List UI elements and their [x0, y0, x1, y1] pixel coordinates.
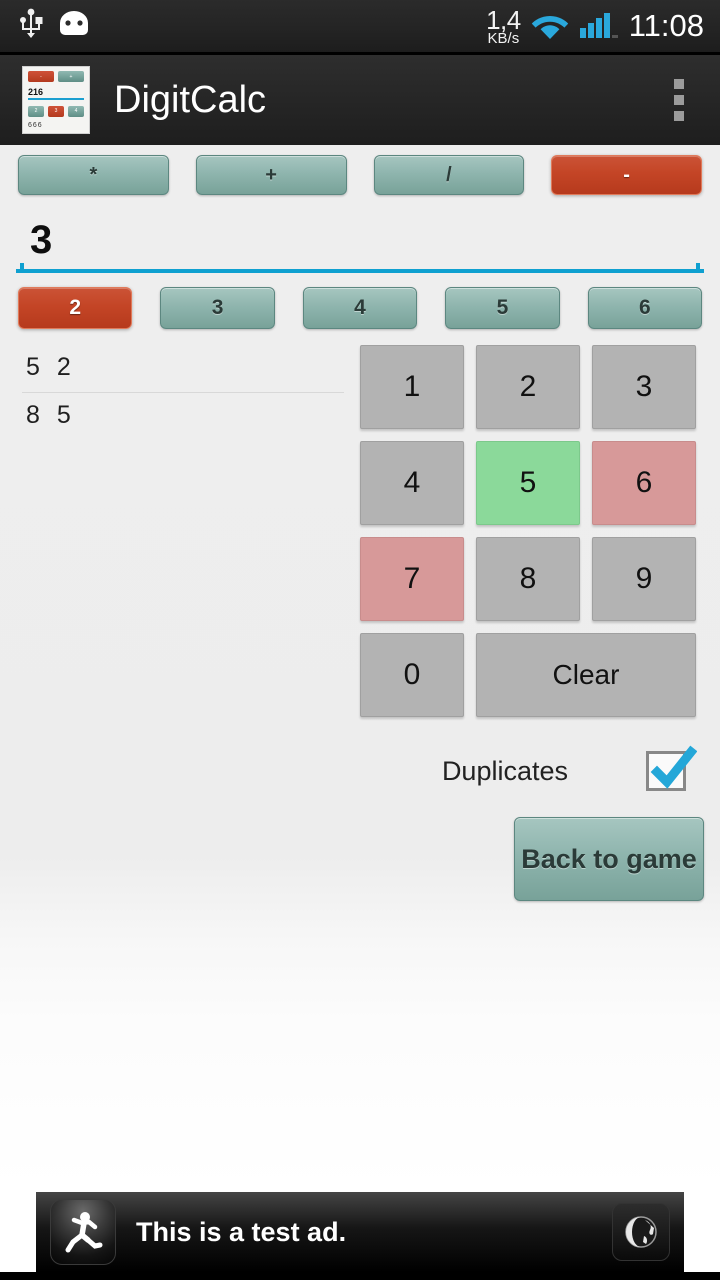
keypad-row-4: 0 Clear [360, 633, 704, 717]
duplicates-checkbox[interactable] [646, 745, 697, 791]
split-area: 5 2 8 5 1 2 3 4 5 6 7 8 9 0 Clear [0, 345, 720, 729]
digit-count-button-3[interactable]: 3 [160, 287, 275, 329]
overflow-dot-1 [674, 79, 684, 89]
key-5[interactable]: 5 [476, 441, 580, 525]
app-icon-plus-chip: + [58, 71, 84, 82]
operator-button-plus[interactable]: + [195, 155, 347, 195]
data-rate-unit: KB/s [487, 29, 520, 47]
overflow-dot-2 [674, 95, 684, 105]
android-head-icon [56, 10, 92, 42]
app-icon-top-row: - + [28, 71, 84, 82]
app-icon-footer: 666 [28, 121, 43, 129]
input-field-value[interactable]: 3 [16, 217, 704, 265]
results-list: 5 2 8 5 [0, 345, 360, 729]
back-to-game-button[interactable]: Back to game [514, 817, 704, 901]
running-person-icon [50, 1199, 116, 1265]
main-content: * + / - 3 2 3 4 5 6 5 2 8 5 1 2 3 4 5 6 … [0, 145, 720, 1192]
page-title: DigitCalc [114, 78, 267, 121]
digit-count-row: 2 3 4 5 6 [0, 273, 720, 329]
cellular-signal-icon [579, 9, 619, 44]
key-9[interactable]: 9 [592, 537, 696, 621]
status-bar-right-icons: 1,4 KB/s 11:08 [486, 7, 720, 46]
usb-icon [18, 8, 44, 45]
status-bar-clock: 11:08 [628, 8, 704, 43]
app-icon-chip-4: 4 [68, 105, 84, 117]
action-bar: - + 216 2 3 4 666 DigitCalc [0, 55, 720, 145]
app-icon-chip-2: 2 [28, 105, 44, 117]
key-7[interactable]: 7 [360, 537, 464, 621]
duplicates-row: Duplicates [0, 745, 720, 791]
operator-button-row: * + / - [0, 145, 720, 195]
digit-count-button-2[interactable]: 2 [18, 287, 133, 329]
status-bar-left-icons [0, 8, 92, 45]
keypad-row-3: 7 8 9 [360, 537, 704, 621]
key-8[interactable]: 8 [476, 537, 580, 621]
digit-count-button-4[interactable]: 4 [302, 287, 418, 329]
key-3[interactable]: 3 [592, 345, 696, 429]
digit-count-button-5[interactable]: 5 [445, 287, 560, 329]
app-icon-number: 216 [28, 87, 44, 98]
input-field-underline [16, 263, 704, 273]
back-button-row: Back to game [0, 817, 720, 901]
keypad-row-2: 4 5 6 [360, 441, 704, 525]
list-item[interactable]: 8 5 [16, 393, 344, 440]
operator-button-multiply[interactable]: * [18, 155, 169, 195]
data-rate-value: 1,4 [486, 4, 521, 35]
key-0[interactable]: 0 [360, 633, 464, 717]
key-6[interactable]: 6 [592, 441, 696, 525]
overflow-dot-3 [674, 111, 684, 121]
app-icon-number-block: 216 [28, 87, 84, 101]
operator-button-minus[interactable]: - [551, 155, 702, 195]
data-rate-indicator: 1,4 KB/s [486, 7, 521, 46]
app-icon: - + 216 2 3 4 666 [22, 66, 90, 134]
key-1[interactable]: 1 [360, 345, 464, 429]
overflow-menu-icon[interactable] [664, 71, 694, 129]
ad-banner[interactable]: This is a test ad. [36, 1192, 684, 1272]
app-icon-minus-chip: - [28, 71, 54, 82]
list-item[interactable]: 5 2 [16, 345, 344, 392]
ad-text: This is a test ad. [136, 1216, 347, 1247]
digit-count-button-6[interactable]: 6 [587, 287, 703, 329]
ad-bottom-edge [0, 1272, 720, 1280]
app-icon-underline [28, 98, 84, 101]
status-bar: 1,4 KB/s 11:08 [0, 0, 720, 52]
numeric-keypad: 1 2 3 4 5 6 7 8 9 0 Clear [360, 345, 720, 729]
key-4[interactable]: 4 [360, 441, 464, 525]
keypad-row-1: 1 2 3 [360, 345, 704, 429]
duplicates-label: Duplicates [441, 755, 568, 786]
key-2[interactable]: 2 [476, 345, 580, 429]
globe-icon[interactable] [612, 1203, 670, 1261]
wifi-icon [531, 9, 569, 44]
input-field[interactable]: 3 [16, 217, 704, 273]
app-icon-mid-row: 2 3 4 [28, 105, 84, 117]
app-icon-chip-3: 3 [48, 105, 64, 117]
operator-button-divide[interactable]: / [373, 155, 525, 195]
clear-button[interactable]: Clear [476, 633, 696, 717]
